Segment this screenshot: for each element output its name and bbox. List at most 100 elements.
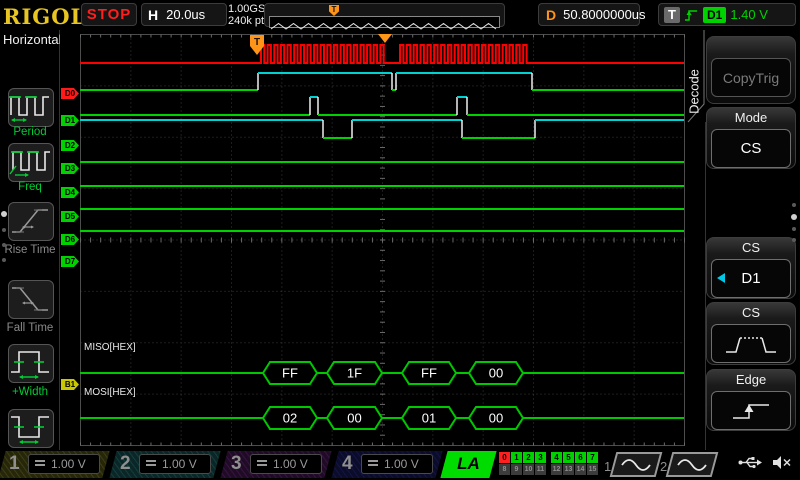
- channel4-scale: 1.00 V: [384, 457, 419, 471]
- waveform-canvas: FF 1F FF 00 02 00 01 00 T: [60, 30, 686, 450]
- delay-readout-box[interactable]: D 50.8000000us: [538, 3, 640, 26]
- system-icons: [738, 455, 792, 470]
- rise-time-button[interactable]: [8, 202, 54, 241]
- copytrig-group: CopyTrig: [706, 36, 796, 104]
- digital-indicator-12: 12: [551, 464, 562, 475]
- fall-time-label: Fall Time: [0, 322, 60, 334]
- digital-channel-grid: 01234567 89101112131415: [499, 452, 599, 476]
- copytrig-button[interactable]: CopyTrig: [711, 58, 791, 97]
- decode-menu-panel: Decode CopyTrig Mode CS CS D1 CS: [686, 30, 800, 450]
- digital-indicator-14: 14: [575, 464, 586, 475]
- digital-indicator-15: 15: [587, 464, 598, 475]
- svg-text:T: T: [254, 37, 260, 48]
- freq-button[interactable]: [8, 143, 54, 182]
- neg-width-icon: [9, 410, 51, 445]
- waveform-display-area: FF1FFF0002000100T D0D1D2D3D4D5D6D7 B1 MI…: [60, 30, 686, 450]
- neg-width-button[interactable]: [8, 409, 54, 448]
- edge-group: Edge: [706, 369, 796, 431]
- mode-group: Mode CS: [706, 107, 796, 169]
- source1-status[interactable]: [613, 452, 659, 477]
- trigger-readout-box[interactable]: T D1 1.40 V: [658, 3, 796, 26]
- decode-frame-value: 01: [422, 411, 436, 426]
- digital-indicator-7: 7: [587, 452, 598, 463]
- digital-indicator-10: 10: [523, 464, 534, 475]
- pos-width-button[interactable]: [8, 344, 54, 383]
- pos-width-icon: [9, 345, 51, 380]
- horizontal-timebase-box[interactable]: H 20.0us: [141, 3, 227, 26]
- coupling-icon: [35, 460, 45, 469]
- digital-indicator-13: 13: [563, 464, 574, 475]
- decode-frame-value: 00: [489, 366, 503, 381]
- digital-indicator-11: 11: [535, 464, 546, 475]
- freq-label: Freq: [0, 181, 60, 193]
- cs-source-title: CS: [707, 238, 795, 258]
- digital-indicator-4: 4: [551, 452, 562, 463]
- memory-window: [269, 16, 500, 28]
- decode-frame-value: 1F: [347, 366, 362, 381]
- trigger-edge-icon: [684, 7, 699, 23]
- fall-time-button[interactable]: [8, 280, 54, 319]
- bottom-status-bar: 1 1.00 V 2 1.00 V 3 1.00 V 4 1.00 V LA: [0, 450, 800, 480]
- cs-source-button[interactable]: D1: [711, 259, 791, 298]
- period-button[interactable]: [8, 88, 54, 127]
- sine-wave-icon: [621, 457, 651, 472]
- decode-frame-value: 02: [283, 411, 297, 426]
- fall-time-icon: [9, 281, 51, 316]
- decode-frame-value: FF: [421, 366, 437, 381]
- freq-icon: [9, 144, 51, 179]
- edge-button[interactable]: [711, 391, 791, 430]
- left-menu-title: Horizontal: [3, 32, 62, 47]
- mosi-bus-label: MOSI[HEX]: [84, 387, 136, 398]
- usb-icon: [738, 455, 762, 470]
- digital-indicator-1: 1: [511, 452, 522, 463]
- channel1-number: 1: [9, 453, 20, 475]
- digital-indicator-2: 2: [523, 452, 534, 463]
- run-state-label: STOP: [87, 6, 132, 23]
- channel1-status[interactable]: 1 1.00 V: [2, 451, 106, 478]
- rigol-logo: RIGOL: [3, 4, 86, 29]
- left-menu-page-dots: [2, 200, 7, 273]
- channel3-status[interactable]: 3 1.00 V: [224, 451, 328, 478]
- trigger-position-marker-icon[interactable]: [378, 34, 392, 43]
- cs-source-group: CS D1: [706, 237, 796, 299]
- mosi-bus: 02 00 01 00: [80, 407, 684, 429]
- rise-time-icon: [9, 203, 51, 238]
- run-state-indicator[interactable]: STOP: [81, 3, 137, 26]
- edge-title: Edge: [707, 370, 795, 390]
- digital-indicator-5: 5: [563, 452, 574, 463]
- digital-indicator-6: 6: [575, 452, 586, 463]
- preview-trigger-flag-icon[interactable]: T: [329, 5, 339, 16]
- tab-decode[interactable]: Decode: [685, 52, 703, 128]
- channel4-number: 4: [342, 453, 353, 475]
- horizontal-measure-menu: Horizontal Period: [0, 30, 60, 450]
- graticule: [81, 35, 685, 446]
- channel4-status[interactable]: 4 1.00 V: [335, 451, 439, 478]
- mode-value-button[interactable]: CS: [711, 129, 791, 168]
- digital-indicator-3: 3: [535, 452, 546, 463]
- period-label: Period: [0, 126, 60, 138]
- coupling-icon: [146, 460, 156, 469]
- coupling-icon: [257, 460, 267, 469]
- pos-width-label: +Width: [0, 386, 60, 398]
- channel2-status[interactable]: 2 1.00 V: [113, 451, 217, 478]
- trigger-label: T: [664, 7, 680, 23]
- logic-analyzer-status[interactable]: LA: [444, 451, 493, 478]
- delay-value: 50.8000000us: [563, 7, 645, 22]
- d0-clock-waveform: [80, 45, 684, 63]
- sine-wave-icon: [677, 457, 707, 472]
- cs-polarity-title: CS: [707, 303, 795, 323]
- cs-polarity-button[interactable]: [711, 324, 791, 363]
- miso-bus-label: MISO[HEX]: [84, 342, 136, 353]
- channel1-scale: 1.00 V: [51, 457, 86, 471]
- select-arrow-icon: [717, 273, 725, 283]
- mode-title: Mode: [707, 108, 795, 128]
- decode-frame-value: 00: [489, 411, 503, 426]
- la-label: LA: [444, 454, 493, 474]
- waveform-memory-preview[interactable]: T: [264, 3, 505, 27]
- coupling-icon: [368, 460, 378, 469]
- trigger-level-value: 1.40 V: [730, 7, 768, 22]
- decode-frame-value: FF: [282, 366, 298, 381]
- decode-frame-value: 00: [347, 411, 361, 426]
- source2-status[interactable]: [669, 452, 715, 477]
- period-icon: [9, 89, 51, 124]
